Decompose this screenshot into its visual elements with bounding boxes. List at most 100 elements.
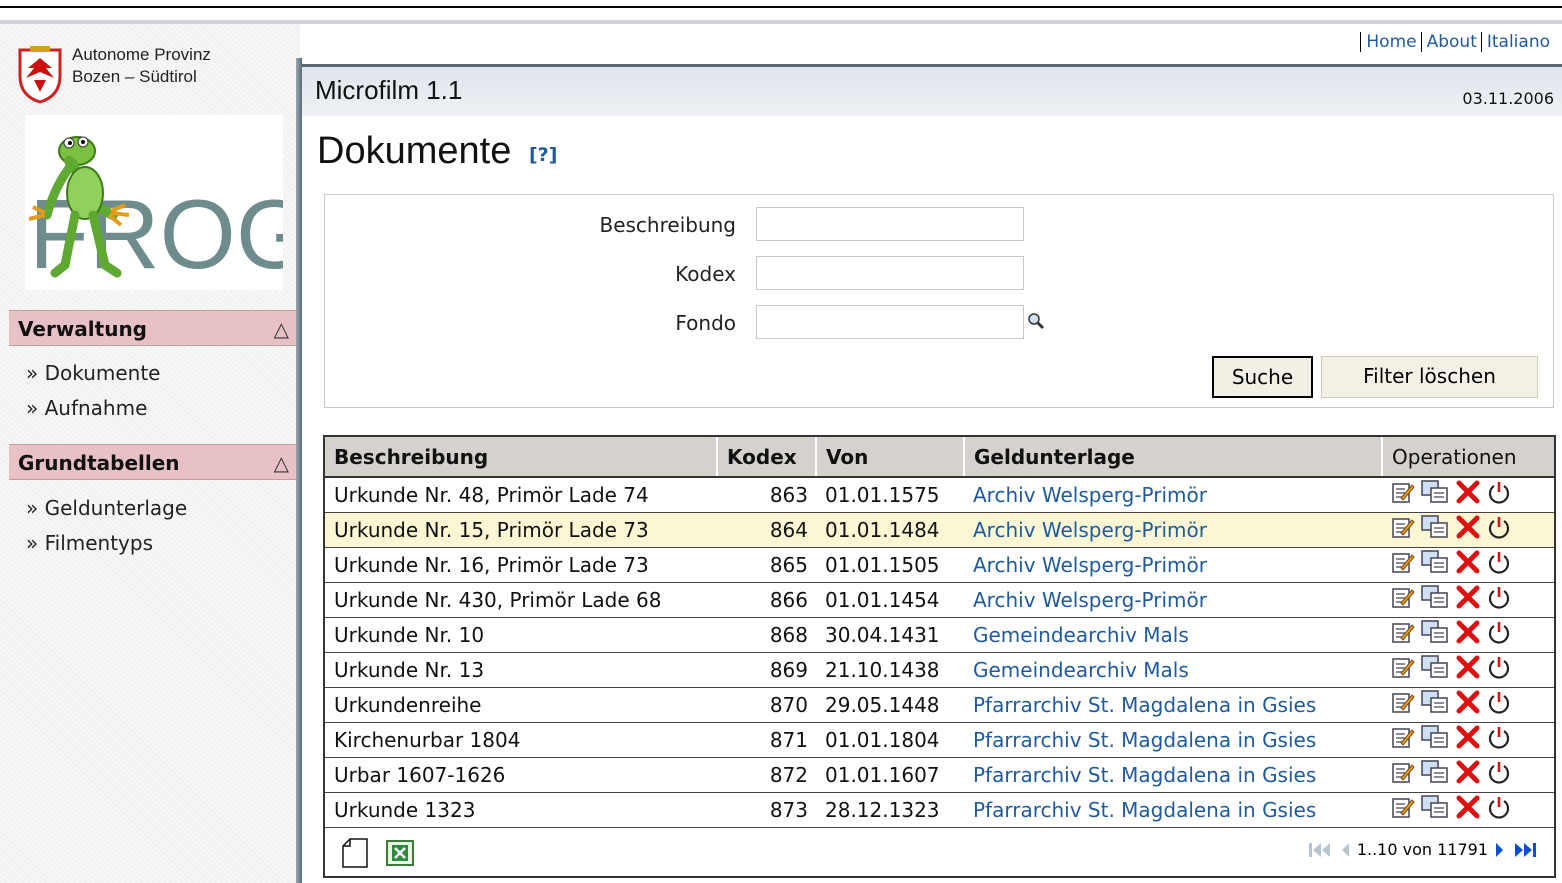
delete-icon[interactable]: [1455, 550, 1481, 579]
sidebar: Autonome Provinz Bozen – Südtirol FROG V…: [0, 24, 300, 883]
copy-icon[interactable]: [1421, 585, 1449, 614]
cell-geldunterlage-link[interactable]: Archiv Welsperg-Primör: [964, 477, 1382, 513]
cell-geldunterlage-link[interactable]: Archiv Welsperg-Primör: [964, 512, 1382, 548]
copy-icon[interactable]: [1421, 480, 1449, 509]
copy-icon[interactable]: [1421, 690, 1449, 719]
prev-page-icon[interactable]: [1339, 840, 1351, 860]
deactivate-power-icon[interactable]: [1487, 760, 1511, 789]
delete-icon[interactable]: [1455, 480, 1481, 509]
delete-icon[interactable]: [1455, 795, 1481, 824]
table-row[interactable]: Urkundenreihe 870 29.05.1448 Pfarrarchiv St…: [325, 687, 1554, 723]
edit-icon[interactable]: [1391, 515, 1415, 544]
delete-icon[interactable]: [1455, 515, 1481, 544]
edit-icon[interactable]: [1391, 690, 1415, 719]
collapse-triangle-icon[interactable]: △: [274, 311, 289, 347]
cell-geldunterlage-link[interactable]: Archiv Welsperg-Primör: [964, 547, 1382, 583]
first-page-icon[interactable]: [1307, 840, 1333, 860]
deactivate-power-icon[interactable]: [1487, 515, 1511, 544]
cell-geldunterlage-link[interactable]: Pfarrarchiv St. Magdalena in Gsies: [964, 687, 1382, 723]
app-title: Microfilm 1.1: [315, 75, 463, 105]
table-row[interactable]: Urkunde Nr. 10 868 30.04.1431 Gemeindearchi…: [325, 617, 1554, 653]
copy-icon[interactable]: [1421, 515, 1449, 544]
collapse-triangle-icon[interactable]: △: [274, 445, 289, 481]
delete-icon[interactable]: [1455, 760, 1481, 789]
edit-icon[interactable]: [1391, 655, 1415, 684]
deactivate-power-icon[interactable]: [1487, 795, 1511, 824]
col-kodex[interactable]: Kodex: [717, 437, 817, 478]
pager: 1..10 von 11791: [1307, 840, 1538, 860]
deactivate-power-icon[interactable]: [1487, 550, 1511, 579]
cell-von: 21.10.1438: [816, 652, 964, 688]
next-page-icon[interactable]: [1494, 840, 1506, 860]
delete-icon[interactable]: [1455, 725, 1481, 754]
table-row[interactable]: Urkunde Nr. 16, Primör Lade 73 865 01.01.1…: [325, 547, 1554, 583]
sidebar-item-aufnahme[interactable]: » Aufnahme: [26, 396, 147, 420]
deactivate-power-icon[interactable]: [1487, 620, 1511, 649]
edit-icon[interactable]: [1391, 480, 1415, 509]
edit-icon[interactable]: [1391, 550, 1415, 579]
deactivate-power-icon[interactable]: [1487, 690, 1511, 719]
link-home[interactable]: Home: [1360, 32, 1420, 52]
table-row[interactable]: Urkunde 1323 873 28.12.1323 Pfarrarchiv St.…: [325, 792, 1554, 828]
edit-icon[interactable]: [1391, 760, 1415, 789]
cell-geldunterlage-link[interactable]: Gemeindearchiv Mals: [964, 617, 1382, 653]
link-about[interactable]: About: [1420, 32, 1481, 52]
cell-beschreibung: Urkunde Nr. 48, Primör Lade 74: [325, 477, 717, 513]
cell-geldunterlage-link[interactable]: Pfarrarchiv St. Magdalena in Gsies: [964, 757, 1382, 793]
copy-icon[interactable]: [1421, 760, 1449, 789]
delete-icon[interactable]: [1455, 655, 1481, 684]
cell-geldunterlage-link[interactable]: Archiv Welsperg-Primör: [964, 582, 1382, 618]
col-von[interactable]: Von: [816, 437, 965, 478]
copy-icon[interactable]: [1421, 655, 1449, 684]
help-link[interactable]: [?]: [529, 144, 557, 166]
cell-geldunterlage-link[interactable]: Pfarrarchiv St. Magdalena in Gsies: [964, 792, 1382, 828]
menu-header-grundtabellen[interactable]: Grundtabellen △: [9, 444, 297, 480]
cell-von: 28.12.1323: [816, 792, 964, 828]
kodex-input[interactable]: [756, 256, 1024, 290]
last-page-icon[interactable]: [1512, 840, 1538, 860]
cell-von: 29.05.1448: [816, 687, 964, 723]
table-row[interactable]: Urbar 1607-1626 872 01.01.1607 Pfarrarchiv …: [325, 757, 1554, 793]
app-title-bar: Microfilm 1.1 03.11.2006: [302, 64, 1562, 116]
table-row[interactable]: Urkunde Nr. 15, Primör Lade 73 864 01.01.1…: [325, 512, 1554, 548]
copy-icon[interactable]: [1421, 795, 1449, 824]
search-button[interactable]: Suche: [1212, 356, 1313, 398]
edit-icon[interactable]: [1391, 795, 1415, 824]
table-header-row: Beschreibung Kodex Von Geldunterlage Ope…: [325, 437, 1554, 478]
province-line-2: Bozen – Südtirol: [72, 67, 197, 86]
copy-icon[interactable]: [1421, 620, 1449, 649]
col-beschreibung[interactable]: Beschreibung: [325, 437, 718, 478]
deactivate-power-icon[interactable]: [1487, 655, 1511, 684]
menu-header-verwaltung[interactable]: Verwaltung △: [9, 310, 297, 346]
excel-export-icon[interactable]: [386, 839, 414, 866]
fondo-input[interactable]: [756, 305, 1024, 339]
link-italiano[interactable]: Italiano: [1480, 32, 1554, 52]
table-row[interactable]: Urkunde Nr. 13 869 21.10.1438 Gemeindearchi…: [325, 652, 1554, 688]
sidebar-item-filmentyps[interactable]: » Filmentyps: [26, 531, 153, 555]
delete-icon[interactable]: [1455, 585, 1481, 614]
edit-icon[interactable]: [1391, 620, 1415, 649]
sidebar-item-dokumente[interactable]: » Dokumente: [26, 361, 160, 385]
table-row[interactable]: Urkunde Nr. 430, Primör Lade 68 866 01.01.…: [325, 582, 1554, 618]
cell-geldunterlage-link[interactable]: Pfarrarchiv St. Magdalena in Gsies: [964, 722, 1382, 758]
delete-icon[interactable]: [1455, 620, 1481, 649]
beschreibung-input[interactable]: [756, 207, 1024, 241]
new-document-icon[interactable]: [341, 837, 369, 868]
deactivate-power-icon[interactable]: [1487, 480, 1511, 509]
deactivate-power-icon[interactable]: [1487, 725, 1511, 754]
table-row[interactable]: Kirchenurbar 1804 871 01.01.1804 Pfarrarchi…: [325, 722, 1554, 758]
deactivate-power-icon[interactable]: [1487, 585, 1511, 614]
sidebar-item-geldunterlage[interactable]: » Geldunterlage: [26, 496, 187, 520]
col-geldunterlage[interactable]: Geldunterlage: [964, 437, 1383, 478]
clear-filter-button[interactable]: Filter löschen: [1321, 356, 1538, 398]
edit-icon[interactable]: [1391, 585, 1415, 614]
lookup-magnifier-icon[interactable]: [1027, 312, 1045, 330]
table-row[interactable]: Urkunde Nr. 48, Primör Lade 74 863 01.01.1…: [325, 477, 1554, 513]
copy-icon[interactable]: [1421, 550, 1449, 579]
documents-table: Beschreibung Kodex Von Geldunterlage Ope…: [323, 435, 1556, 878]
edit-icon[interactable]: [1391, 725, 1415, 754]
cell-beschreibung: Urbar 1607-1626: [325, 757, 717, 793]
delete-icon[interactable]: [1455, 690, 1481, 719]
cell-geldunterlage-link[interactable]: Gemeindearchiv Mals: [964, 652, 1382, 688]
copy-icon[interactable]: [1421, 725, 1449, 754]
